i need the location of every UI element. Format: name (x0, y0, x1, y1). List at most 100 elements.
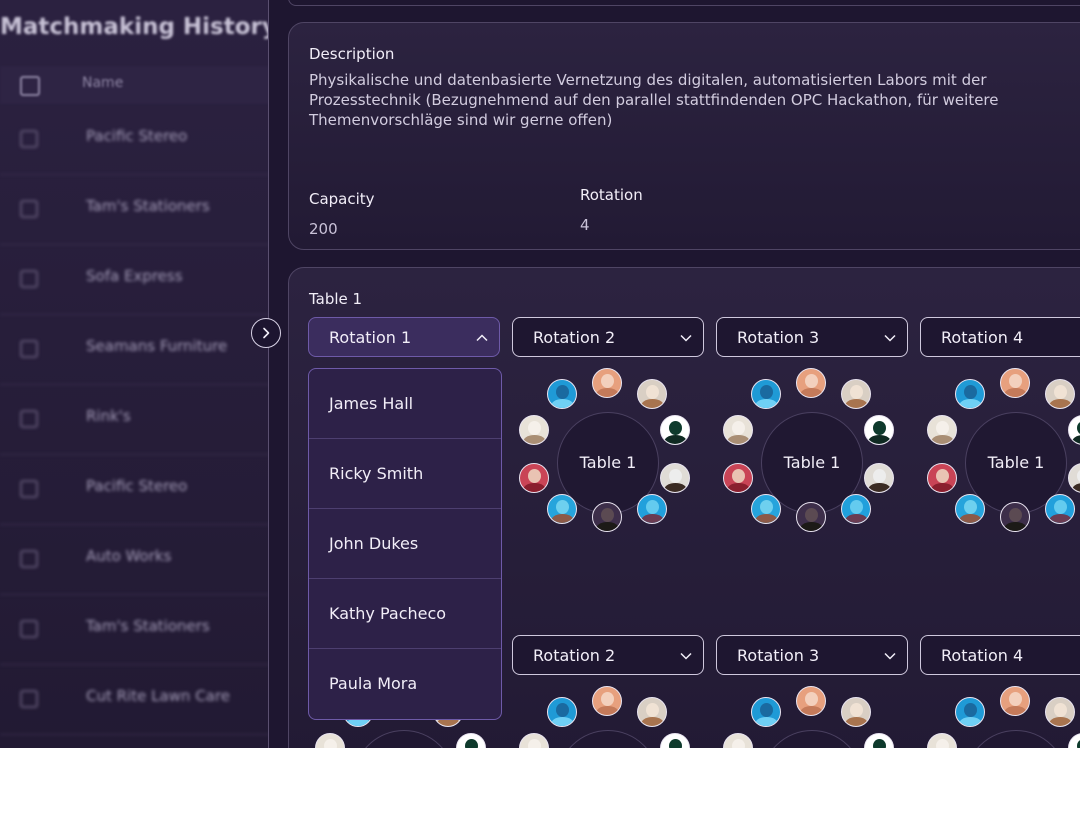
table-row[interactable]: Auto Works (0, 524, 270, 595)
dropdown-option[interactable]: Kathy Pacheco (309, 579, 501, 649)
description-text: Physikalische und datenbasierte Vernetzu… (309, 71, 999, 129)
avatar-body (1072, 483, 1080, 492)
table-row[interactable]: Sofa Express (0, 244, 270, 315)
rotation-4-select[interactable]: Rotation 4 (920, 317, 1080, 357)
select-all-checkbox[interactable] (20, 76, 40, 96)
attendee-avatar (637, 697, 667, 727)
avatar-head (850, 385, 863, 399)
avatar-head (760, 385, 773, 399)
avatar-head (760, 500, 773, 514)
select-value: Rotation 3 (737, 646, 820, 665)
avatar-body (868, 483, 891, 492)
rotation-label: Rotation (580, 186, 643, 204)
row-checkbox[interactable] (20, 410, 38, 428)
attendee-avatar (751, 494, 781, 524)
rotation-2-select[interactable]: Rotation 2 (512, 317, 704, 357)
table-section-title: Table 1 (309, 290, 363, 308)
attendee-avatar (547, 697, 577, 727)
row-checkbox[interactable] (20, 620, 38, 638)
table-row[interactable]: Seamans Furniture (0, 314, 270, 385)
avatar-head (1009, 692, 1022, 706)
row-checkbox[interactable] (20, 340, 38, 358)
avatar-head (732, 421, 745, 435)
rotation-2-select-row2[interactable]: Rotation 2 (512, 635, 704, 675)
row-name: Cut Rite Lawn Care (86, 687, 230, 705)
row-name: Auto Works (86, 547, 172, 565)
avatar-body (755, 717, 778, 726)
avatar-body (596, 706, 619, 715)
avatar-head (601, 692, 614, 706)
avatar-body (800, 388, 823, 397)
avatar-body (551, 514, 574, 523)
row-checkbox[interactable] (20, 200, 38, 218)
row-checkbox[interactable] (20, 130, 38, 148)
row-checkbox[interactable] (20, 690, 38, 708)
attendee-avatar (547, 379, 577, 409)
avatar-head (964, 703, 977, 717)
table-row[interactable]: Pacific Stereo (0, 104, 270, 175)
attendee-avatar (927, 415, 957, 445)
avatar-head (873, 739, 886, 748)
attendee-avatar (519, 463, 549, 493)
attendee-avatar (864, 463, 894, 493)
dropdown-option[interactable]: Ricky Smith (309, 439, 501, 509)
attendee-avatar (723, 415, 753, 445)
avatar-head (556, 500, 569, 514)
avatar-body (845, 514, 868, 523)
attendee-avatar (796, 686, 826, 716)
table-row[interactable]: Rink's (0, 384, 270, 455)
row-checkbox[interactable] (20, 550, 38, 568)
row-checkbox[interactable] (20, 480, 38, 498)
rotation-value: 4 (580, 216, 590, 234)
dropdown-option[interactable]: James Hall (309, 369, 501, 439)
row-name: Sofa Express (86, 267, 183, 285)
attendee-avatar (1000, 368, 1030, 398)
attendee-avatar (519, 415, 549, 445)
table-row[interactable]: Pacific Stereo (0, 454, 270, 525)
avatar-head (732, 469, 745, 483)
rotation-1-select[interactable]: Rotation 1 (308, 317, 500, 357)
avatar-body (664, 435, 687, 444)
row-checkbox[interactable] (20, 270, 38, 288)
avatar-head (528, 739, 541, 748)
avatar-head (601, 508, 614, 522)
avatar-body (845, 399, 868, 408)
attendee-avatar (927, 463, 957, 493)
capacity-label: Capacity (309, 190, 375, 208)
table-row[interactable]: Tam's Stationers (0, 174, 270, 245)
avatar-body (755, 399, 778, 408)
avatar-head (669, 469, 682, 483)
column-name-header: Name (82, 75, 124, 91)
avatar-body (845, 717, 868, 726)
avatar-head (646, 500, 659, 514)
table-row[interactable]: Tam's Stationers (0, 594, 270, 665)
chevron-down-icon (680, 334, 692, 342)
avatar-head (324, 739, 337, 748)
avatar-body (551, 717, 574, 726)
select-value: Rotation 4 (941, 646, 1024, 665)
rotation-3-select-row2[interactable]: Rotation 3 (716, 635, 908, 675)
rotation-1-dropdown-menu: James Hall Ricky Smith John Dukes Kathy … (308, 368, 502, 720)
attendee-avatar (660, 463, 690, 493)
avatar-body (931, 483, 954, 492)
avatar-head (669, 421, 682, 435)
attendee-avatar (723, 463, 753, 493)
dropdown-option[interactable]: John Dukes (309, 509, 501, 579)
attendee-avatar (841, 494, 871, 524)
dropdown-option[interactable]: Paula Mora (309, 649, 501, 719)
attendee-avatar (796, 502, 826, 532)
rotation-4-select-row2[interactable]: Rotation 4 (920, 635, 1080, 675)
attendee-avatar (796, 368, 826, 398)
avatar-body (596, 388, 619, 397)
chevron-down-icon (680, 652, 692, 660)
row-name: Rink's (86, 407, 131, 425)
attendee-avatar (660, 415, 690, 445)
avatar-body (664, 483, 687, 492)
attendee-avatar (592, 368, 622, 398)
select-value: Rotation 2 (533, 646, 616, 665)
rotation-3-select[interactable]: Rotation 3 (716, 317, 908, 357)
collapse-drawer-button[interactable] (251, 318, 281, 348)
table-row[interactable]: Cut Rite Lawn Care (0, 664, 270, 735)
details-card: Description Physikalische und datenbasie… (288, 22, 1080, 250)
attendee-avatar (592, 686, 622, 716)
